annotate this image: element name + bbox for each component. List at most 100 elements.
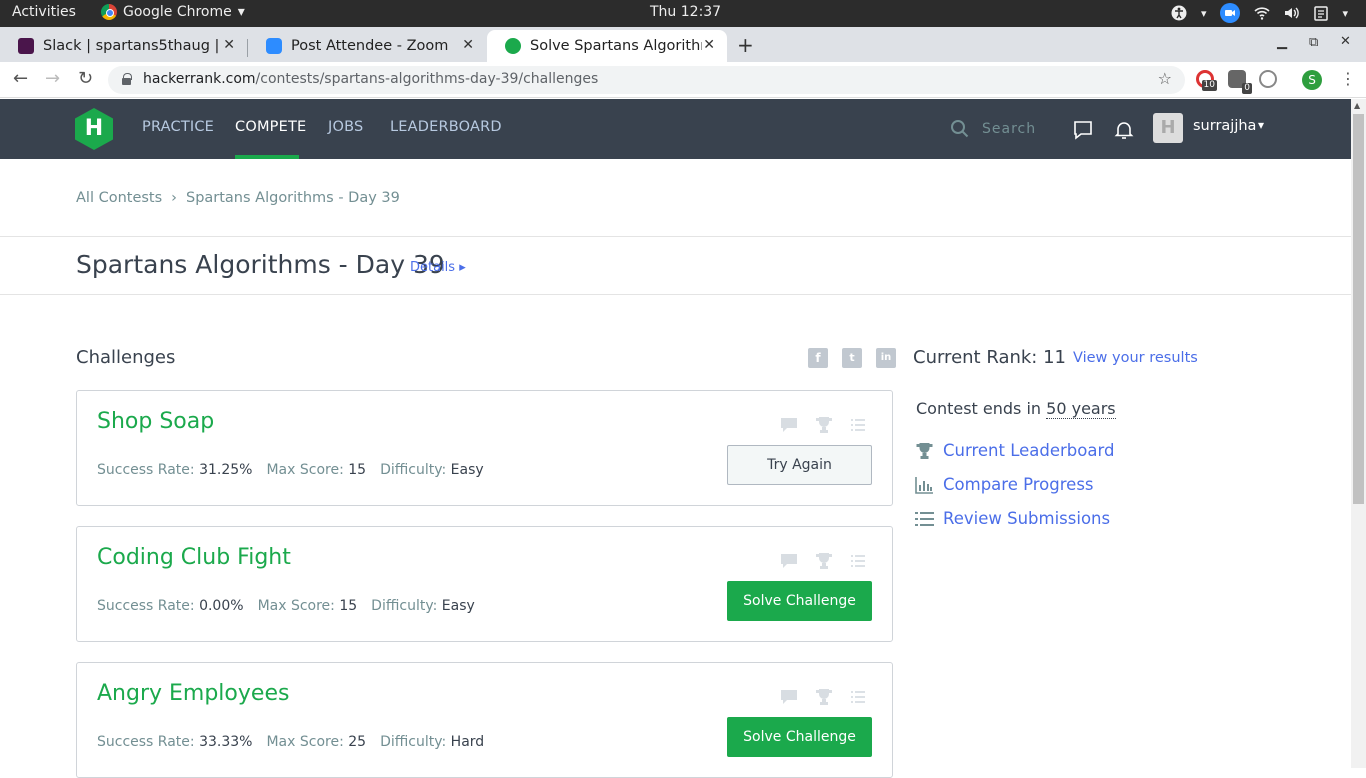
divider (0, 294, 1351, 295)
success-rate-value: 31.25% (199, 462, 253, 478)
username[interactable]: surrajjha (1193, 118, 1256, 134)
page-title: Spartans Algorithms - Day 39 (76, 250, 445, 279)
new-tab-button[interactable]: + (737, 33, 754, 57)
discussion-icon[interactable] (781, 690, 797, 704)
trophy-icon[interactable] (815, 552, 833, 570)
hackerrank-icon (505, 38, 521, 54)
contest-ends-label: Contest ends in (916, 399, 1042, 418)
list-icon[interactable] (851, 555, 865, 567)
challenge-name[interactable]: Coding Club Fight (97, 545, 291, 570)
max-score-label: Max Score: (257, 598, 335, 614)
success-rate-value: 0.00% (199, 598, 244, 614)
volume-icon[interactable] (1284, 6, 1300, 20)
challenge-icons (781, 416, 865, 434)
toolbar: ← → ↻ hackerrank.com/contests/spartans-a… (0, 62, 1366, 98)
nav-leaderboard[interactable]: LEADERBOARD (390, 119, 502, 135)
extension-icon[interactable]: 10 (1196, 70, 1217, 91)
notification-bell-icon[interactable] (1114, 120, 1134, 140)
hackerrank-logo[interactable]: H (75, 108, 113, 150)
linkedin-icon[interactable]: in (876, 348, 896, 368)
tab-hackerrank[interactable]: Solve Spartans Algorithm ✕ (487, 30, 727, 62)
link-label: Review Submissions (943, 509, 1111, 528)
twitter-icon[interactable]: t (842, 348, 862, 368)
view-results-link[interactable]: View your results (1073, 350, 1198, 366)
challenge-card: Shop Soap Success Rate: 31.25% Max Score… (76, 390, 893, 506)
facebook-icon[interactable]: f (808, 348, 828, 368)
scrollbar-thumb[interactable] (1353, 114, 1364, 504)
lock-icon (122, 73, 132, 85)
bar-chart-icon (915, 476, 933, 494)
window-close-button[interactable]: ✕ (1340, 34, 1351, 49)
messages-icon[interactable] (1073, 120, 1093, 140)
extension-icon[interactable]: 0 (1228, 70, 1252, 94)
menu-kebab-icon[interactable]: ⋮ (1340, 69, 1356, 88)
challenge-name[interactable]: Shop Soap (97, 409, 214, 434)
extension-icon[interactable] (1259, 70, 1277, 88)
app-menu[interactable]: Google Chrome ▾ (101, 4, 245, 20)
forward-arrow-icon[interactable]: → (45, 68, 60, 89)
system-top-bar: Activities Google Chrome ▾ Thu 12:37 ▾ ▾ (0, 0, 1366, 27)
search-box[interactable]: Search (950, 119, 1036, 139)
solve-challenge-button[interactable]: Solve Challenge (727, 717, 872, 757)
slack-icon (18, 38, 34, 54)
difficulty-value: Easy (441, 598, 475, 614)
extension-badge: 0 (1242, 83, 1252, 94)
scroll-up-icon[interactable]: ▲ (1354, 101, 1360, 110)
system-tray[interactable]: ▾ ▾ (1171, 3, 1348, 23)
list-icon (915, 511, 934, 526)
nav-jobs[interactable]: JOBS (328, 119, 363, 135)
tab-slack[interactable]: Slack | spartans5thaug | M ✕ (0, 30, 247, 62)
solve-challenge-button[interactable]: Solve Challenge (727, 581, 872, 621)
avatar[interactable]: H (1153, 113, 1183, 143)
breadcrumb-current[interactable]: Spartans Algorithms - Day 39 (186, 190, 400, 206)
trophy-icon[interactable] (815, 688, 833, 706)
max-score-value: 15 (348, 462, 367, 478)
success-rate-label: Success Rate: (97, 462, 195, 478)
difficulty-label: Difficulty: (380, 462, 447, 478)
zoom-icon[interactable] (1220, 3, 1241, 23)
activities-button[interactable]: Activities (12, 4, 76, 20)
chrome-icon (101, 4, 117, 20)
close-icon[interactable]: ✕ (223, 37, 235, 53)
current-rank: Current Rank: 11 (913, 347, 1066, 368)
maximize-button[interactable]: ⧉ (1309, 35, 1318, 50)
nav-compete[interactable]: COMPETE (235, 119, 306, 135)
address-bar[interactable]: hackerrank.com/contests/spartans-algorit… (108, 66, 1185, 94)
max-score-label: Max Score: (266, 734, 344, 750)
success-rate-label: Success Rate: (97, 598, 195, 614)
discussion-icon[interactable] (781, 554, 797, 568)
review-submissions-link[interactable]: Review Submissions (915, 509, 1110, 528)
chevron-down-icon[interactable]: ▾ (1258, 118, 1264, 132)
scrollbar[interactable]: ▲ (1351, 99, 1366, 768)
accessibility-icon[interactable] (1171, 5, 1187, 21)
clipboard-icon[interactable] (1314, 5, 1329, 21)
breadcrumb: All Contests › Spartans Algorithms - Day… (76, 190, 400, 206)
nav-practice[interactable]: PRACTICE (142, 119, 214, 135)
bookmark-star-icon[interactable]: ☆ (1158, 69, 1172, 88)
list-icon[interactable] (851, 691, 865, 703)
list-icon[interactable] (851, 419, 865, 431)
compare-progress-link[interactable]: Compare Progress (915, 475, 1094, 494)
try-again-button[interactable]: Try Again (727, 445, 872, 485)
trophy-icon[interactable] (815, 416, 833, 434)
current-leaderboard-link[interactable]: Current Leaderboard (915, 441, 1114, 460)
max-score-value: 25 (348, 734, 367, 750)
search-input[interactable]: Search (982, 121, 1036, 137)
close-icon[interactable]: ✕ (703, 37, 715, 53)
profile-avatar[interactable]: S (1302, 70, 1322, 90)
tab-zoom[interactable]: Post Attendee - Zoom ✕ (248, 30, 486, 62)
close-icon[interactable]: ✕ (462, 37, 474, 53)
trophy-icon (916, 442, 933, 459)
reload-icon[interactable]: ↻ (78, 68, 93, 89)
chevron-down-icon: ▾ (237, 4, 245, 20)
breadcrumb-all-contests[interactable]: All Contests (76, 190, 162, 206)
details-link[interactable]: Details ▸ (410, 260, 466, 275)
back-arrow-icon[interactable]: ← (13, 68, 28, 89)
wifi-icon[interactable] (1254, 6, 1271, 20)
difficulty-label: Difficulty: (380, 734, 447, 750)
discussion-icon[interactable] (781, 418, 797, 432)
challenge-name[interactable]: Angry Employees (97, 681, 289, 706)
url-path: /contests/spartans-algorithms-day-39/cha… (255, 71, 599, 87)
clock[interactable]: Thu 12:37 (650, 4, 721, 20)
minimize-button[interactable]: ▁ (1277, 35, 1287, 50)
